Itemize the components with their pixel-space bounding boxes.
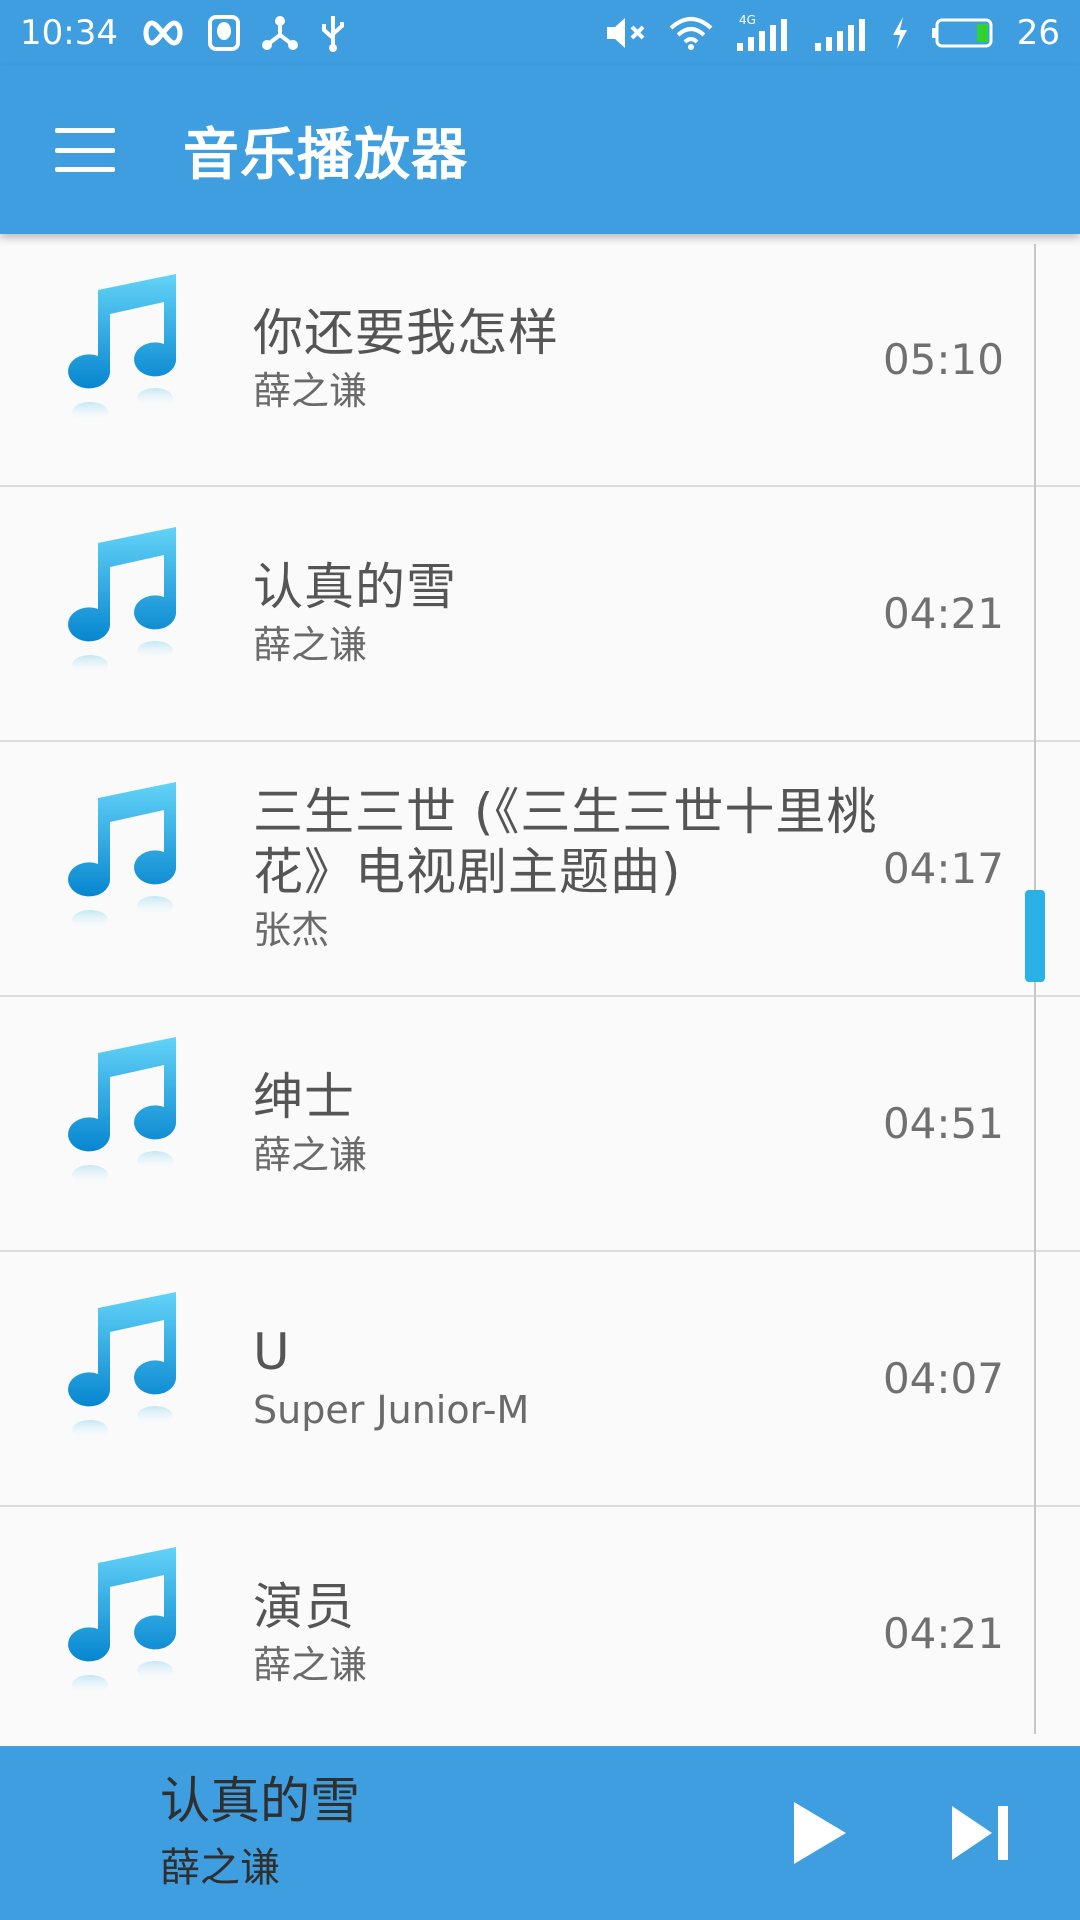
song-artist: 薛之谦 [253, 622, 368, 667]
now-playing-bar[interactable]: 认真的雪 薛之谦 [0, 1746, 1080, 1920]
signal-4g-icon: 4G [735, 13, 791, 53]
status-bar-right: 4G 26 [605, 13, 1060, 53]
song-text: 绅士 薛之谦 [253, 997, 883, 1250]
music-note-icon [68, 274, 177, 422]
music-note-icon [68, 1547, 177, 1695]
app-toolbar: 音乐播放器 [0, 66, 1080, 234]
skip-next-icon[interactable] [950, 1798, 1012, 1868]
now-playing-title: 认真的雪 [160, 1772, 360, 1830]
song-duration: 04:51 [882, 1099, 1004, 1148]
song-row[interactable]: U Super Junior-M 04:07 [0, 1252, 1080, 1507]
battery-icon [931, 13, 995, 53]
charging-icon [891, 13, 909, 53]
song-title: U [253, 1322, 291, 1381]
scrollbar-track [1034, 244, 1036, 1734]
song-duration: 04:21 [882, 589, 1004, 638]
menu-icon[interactable] [55, 128, 115, 172]
mute-icon [605, 13, 647, 53]
song-row[interactable]: 三生三世 (《三生三世十里桃花》电视剧主题曲) 张杰 04:17 [0, 742, 1080, 997]
status-bar-left: 10:34 [20, 13, 346, 53]
scrollbar-thumb[interactable] [1025, 890, 1045, 982]
music-note-icon [68, 527, 177, 675]
song-duration: 04:07 [882, 1354, 1004, 1403]
battery-level: 26 [1016, 13, 1060, 53]
svg-text:4G: 4G [739, 13, 756, 27]
signal-icon [813, 13, 869, 53]
music-note-icon [68, 782, 177, 930]
song-artist: 薛之谦 [253, 368, 368, 413]
song-artist: 薛之谦 [253, 1132, 368, 1177]
usb-icon [320, 13, 346, 53]
song-duration: 04:17 [882, 844, 1004, 893]
status-time: 10:34 [20, 13, 118, 53]
song-title: 绅士 [253, 1067, 355, 1126]
song-artist: Super Junior-M [253, 1387, 530, 1432]
song-duration: 04:21 [882, 1609, 1004, 1658]
music-note-icon [68, 1292, 177, 1440]
song-row[interactable]: 绅士 薛之谦 04:51 [0, 997, 1080, 1252]
song-text: 三生三世 (《三生三世十里桃花》电视剧主题曲) 张杰 [253, 742, 883, 995]
song-text: U Super Junior-M [253, 1252, 883, 1505]
song-list[interactable]: 你还要我怎样 薛之谦 05:10 认真的雪 薛之谦 04:21 三生三世 (《三… [0, 234, 1080, 1746]
infinity-icon [140, 13, 186, 53]
song-text: 认真的雪 薛之谦 [253, 487, 883, 740]
now-playing-artist: 薛之谦 [160, 1845, 280, 1891]
song-title: 你还要我怎样 [253, 303, 559, 362]
song-text: 演员 薛之谦 [253, 1507, 883, 1746]
song-artist: 张杰 [253, 907, 330, 952]
song-duration: 05:10 [882, 335, 1004, 384]
share-icon [261, 13, 298, 53]
song-row[interactable]: 演员 薛之谦 04:21 [0, 1507, 1080, 1746]
app-title: 音乐播放器 [183, 122, 468, 188]
song-row[interactable]: 你还要我怎样 薛之谦 05:10 [0, 234, 1080, 487]
song-artist: 薛之谦 [253, 1642, 368, 1687]
qq-icon [207, 13, 240, 53]
play-icon[interactable] [790, 1798, 850, 1868]
song-title: 演员 [253, 1577, 355, 1636]
wifi-icon [669, 13, 713, 53]
song-title: 三生三世 (《三生三世十里桃花》电视剧主题曲) [253, 782, 878, 901]
song-row[interactable]: 认真的雪 薛之谦 04:21 [0, 487, 1080, 742]
song-title: 认真的雪 [253, 557, 457, 616]
song-text: 你还要我怎样 薛之谦 [253, 234, 883, 485]
status-bar: 10:34 4G 26 [0, 0, 1080, 66]
music-note-icon [68, 1037, 177, 1185]
